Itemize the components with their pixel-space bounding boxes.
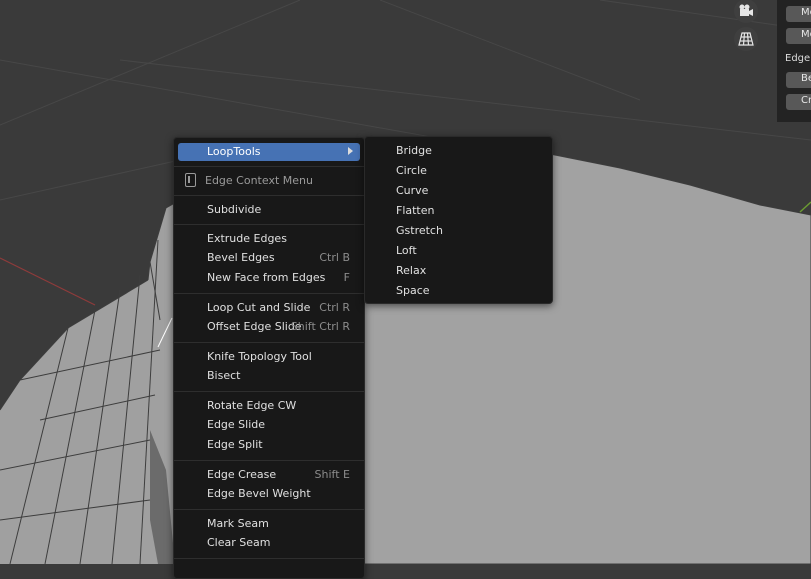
menu-item-subdivide[interactable]: Subdivide	[178, 201, 360, 219]
camera-icon[interactable]	[734, 0, 758, 23]
menu-separator	[174, 391, 364, 392]
menu-item-mark-seam[interactable]: Mark Seam	[178, 515, 360, 533]
menu-separator	[174, 293, 364, 294]
menu-item-edge-crease[interactable]: Edge Crease Shift E	[178, 466, 360, 484]
looptools-submenu: Bridge Circle Curve Flatten Gstretch Lof…	[364, 136, 553, 304]
edge-context-menu: LoopTools Edge Context Menu Subdivide Ex…	[173, 137, 365, 579]
side-button-2[interactable]: Me	[786, 28, 811, 44]
submenu-item-gstretch[interactable]: Gstretch	[369, 222, 548, 240]
menu-separator	[174, 342, 364, 343]
menu-separator	[174, 509, 364, 510]
menu-item-bisect[interactable]: Bisect	[178, 367, 360, 385]
submenu-arrow-icon	[348, 147, 353, 155]
loop-tools-menu-item[interactable]: LoopTools	[178, 143, 360, 161]
side-edge-label: Edge	[785, 53, 811, 64]
menu-item-new-face-from-edges[interactable]: New Face from Edges F	[178, 269, 360, 287]
menu-separator	[174, 166, 364, 167]
menu-separator	[174, 224, 364, 225]
side-button-1[interactable]: Me	[786, 6, 811, 22]
submenu-item-circle[interactable]: Circle	[369, 162, 548, 180]
menu-item-clear-seam[interactable]: Clear Seam	[178, 534, 360, 552]
menu-item-offset-edge-slide[interactable]: Offset Edge Slide Shift Ctrl R	[178, 318, 360, 336]
menu-header: Edge Context Menu	[178, 171, 360, 191]
side-button-3[interactable]: Be	[786, 72, 811, 88]
menu-item-edge-slide[interactable]: Edge Slide	[178, 416, 360, 434]
menu-item-rotate-edge-cw[interactable]: Rotate Edge CW	[178, 397, 360, 415]
menu-item-edge-bevel-weight[interactable]: Edge Bevel Weight	[178, 485, 360, 503]
edge-menu-icon	[185, 173, 196, 187]
menu-item-knife-topology-tool[interactable]: Knife Topology Tool	[178, 348, 360, 366]
grid-icon[interactable]	[734, 27, 758, 51]
menu-item-extrude-edges[interactable]: Extrude Edges	[178, 230, 360, 248]
submenu-item-flatten[interactable]: Flatten	[369, 202, 548, 220]
menu-item-loop-cut-and-slide[interactable]: Loop Cut and Slide Ctrl R	[178, 299, 360, 317]
submenu-item-space[interactable]: Space	[369, 282, 548, 300]
submenu-item-bridge[interactable]: Bridge	[369, 142, 548, 160]
side-panel: Me Me Edge Be Cr	[777, 0, 811, 122]
menu-separator	[174, 558, 364, 559]
menu-item-bevel-edges[interactable]: Bevel Edges Ctrl B	[178, 249, 360, 267]
submenu-item-loft[interactable]: Loft	[369, 242, 548, 260]
submenu-item-relax[interactable]: Relax	[369, 262, 548, 280]
submenu-item-curve[interactable]: Curve	[369, 182, 548, 200]
side-button-4[interactable]: Cr	[786, 94, 811, 110]
menu-item-edge-split[interactable]: Edge Split	[178, 436, 360, 454]
menu-separator	[174, 195, 364, 196]
menu-separator	[174, 460, 364, 461]
